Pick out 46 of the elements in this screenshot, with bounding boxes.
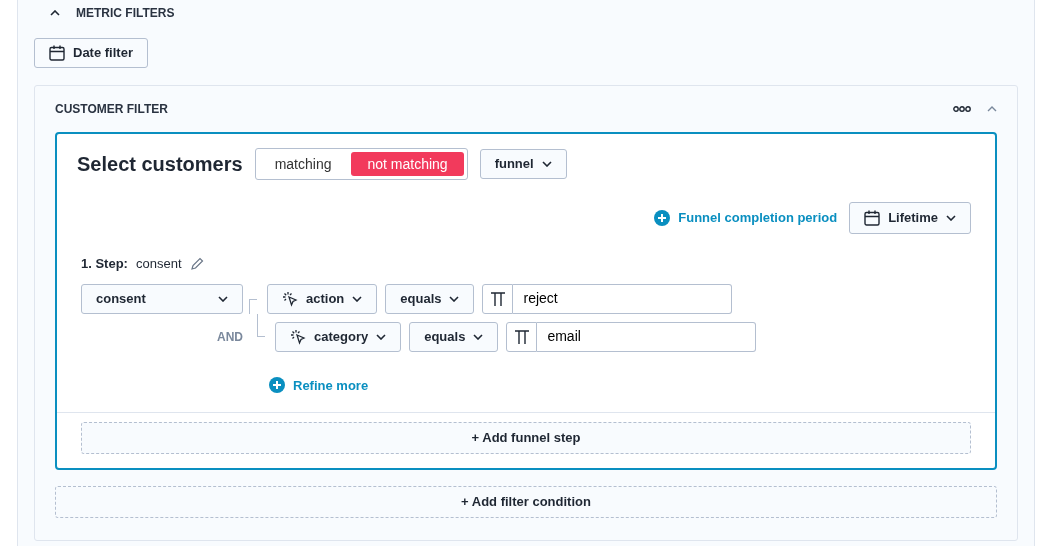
- add-step-button[interactable]: + Add funnel step: [81, 422, 971, 454]
- more-button[interactable]: [953, 106, 971, 112]
- pencil-icon: [189, 256, 204, 271]
- chevron-down-icon: [473, 333, 484, 340]
- chevron-down-icon: [352, 295, 363, 302]
- text-type-icon: [513, 328, 530, 345]
- add-condition-button[interactable]: + Add filter condition: [55, 486, 997, 518]
- date-filter-button[interactable]: Date filter: [34, 38, 148, 68]
- type-dropdown[interactable]: funnel: [479, 149, 567, 179]
- toggle-option[interactable]: matching: [258, 152, 348, 176]
- calendar-icon: [864, 210, 881, 226]
- refine-link[interactable]: Refine more: [269, 375, 369, 395]
- event-dropdown[interactable]: consent: [81, 283, 243, 314]
- chevron-down-icon: [541, 161, 552, 167]
- calendar-icon: [49, 45, 65, 61]
- operator-dropdown[interactable]: equals: [409, 321, 499, 352]
- operator-dropdown[interactable]: equals: [385, 283, 475, 314]
- rename-button[interactable]: [189, 256, 204, 271]
- chevron-down-icon: [449, 295, 460, 302]
- text-type-icon: [490, 290, 506, 307]
- type-selector[interactable]: [506, 321, 538, 352]
- chevron-down-icon: [946, 215, 956, 221]
- completion-period-link[interactable]: Funnel completion period: [654, 208, 838, 228]
- value-field[interactable]: email: [537, 321, 757, 352]
- type-selector[interactable]: [482, 283, 514, 314]
- more-icon: [953, 106, 971, 112]
- collapse-button[interactable]: [50, 10, 60, 16]
- collapse-icon: [987, 106, 997, 112]
- step-name: consent: [135, 255, 182, 273]
- cursor-click-icon: [290, 328, 306, 345]
- chevron-down-icon: [376, 333, 387, 340]
- plus-circle-icon: [654, 210, 671, 226]
- step-label: 1. Step:: [81, 255, 128, 273]
- section-title: METRIC FILTERS: [76, 5, 175, 22]
- plus-circle-icon: [269, 377, 285, 394]
- toggle-option[interactable]: not matching: [351, 152, 464, 176]
- chevron-down-icon: [218, 295, 228, 302]
- panel-heading: Select customers: [77, 152, 243, 177]
- value-field[interactable]: reject: [513, 283, 733, 314]
- collapse-icon: [50, 10, 60, 16]
- cursor-click-icon: [282, 290, 298, 307]
- connector-label: AND: [216, 328, 243, 346]
- property-dropdown[interactable]: action: [267, 283, 378, 314]
- property-dropdown[interactable]: category: [275, 321, 402, 352]
- filter-title: CUSTOMER FILTER: [55, 101, 168, 118]
- period-dropdown[interactable]: Lifetime: [849, 202, 971, 234]
